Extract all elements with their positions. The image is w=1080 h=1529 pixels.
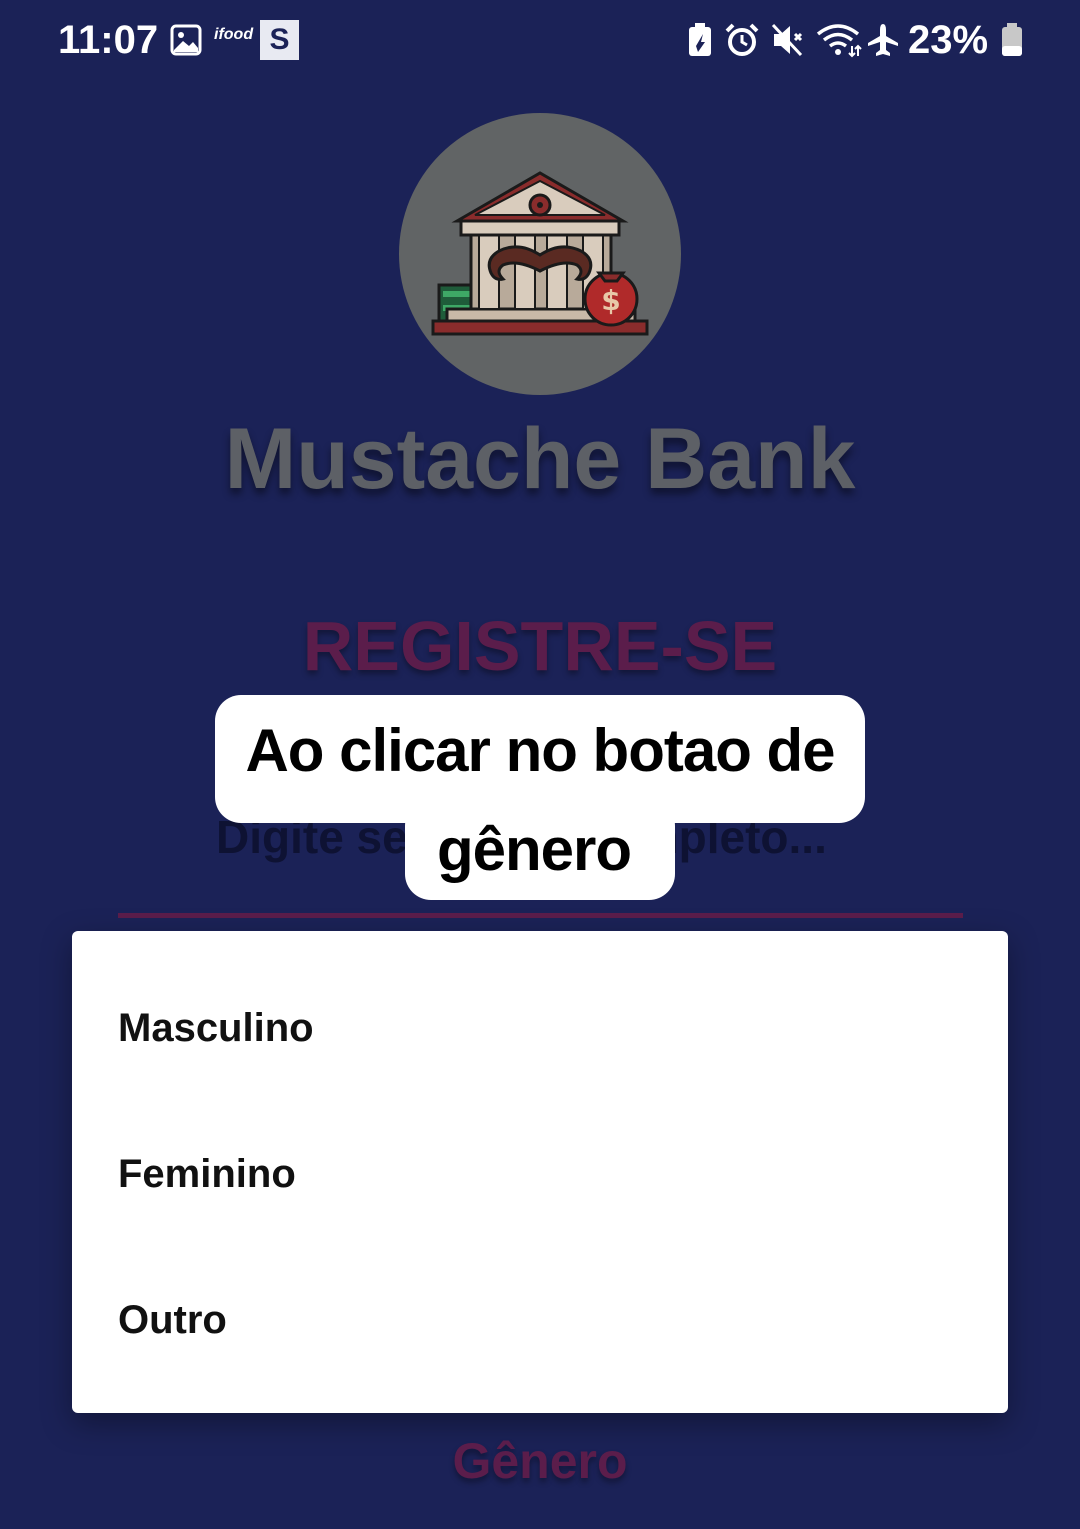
ifood-icon: ifood: [214, 26, 254, 43]
gallery-icon: [170, 24, 202, 56]
airplane-icon: [868, 24, 898, 56]
alarm-icon: [725, 23, 759, 56]
gender-option-outro[interactable]: Outro: [72, 1247, 1008, 1393]
gender-dropdown-menu: Masculino Feminino Outro: [72, 931, 1008, 1413]
bank-mustache-logo-icon: $: [431, 171, 649, 336]
status-bar: 11:07 ifood S 23%: [0, 0, 1080, 80]
register-heading: REGISTRE-SE: [302, 607, 778, 685]
app-title: Mustache Bank: [224, 411, 856, 507]
caption-line-2: gênero: [436, 816, 632, 883]
status-time: 11:07: [58, 18, 159, 62]
gender-option-masculino[interactable]: Masculino: [72, 955, 1008, 1101]
battery-saver-icon: [689, 23, 711, 56]
s-app-icon: S: [260, 20, 299, 60]
caption-line-1: Ao clicar no botao de: [245, 717, 835, 784]
gender-button[interactable]: Gênero: [0, 1432, 1080, 1490]
battery-icon: [1002, 23, 1022, 56]
wifi-icon: [816, 24, 862, 58]
mute-icon: [771, 23, 803, 57]
full-name-underline: [118, 913, 963, 918]
app-logo: $: [399, 113, 681, 395]
gender-option-feminino[interactable]: Feminino: [72, 1101, 1008, 1247]
battery-percent: 23%: [908, 18, 989, 62]
svg-text:$: $: [601, 284, 620, 317]
